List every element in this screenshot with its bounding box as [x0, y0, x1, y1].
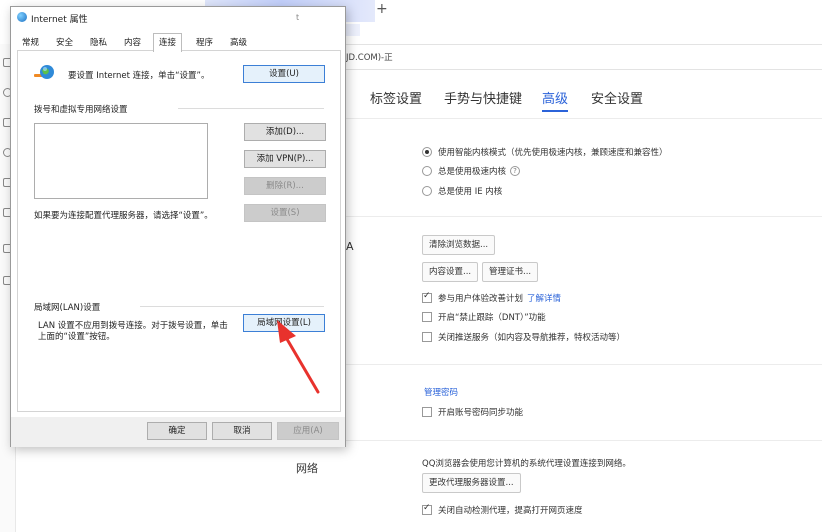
add-button[interactable]: 添加(D)...	[244, 123, 326, 141]
radio-always-ie-kernel[interactable]: 总是使用 IE 内核	[422, 185, 502, 197]
tab-programs[interactable]: 程序	[191, 35, 218, 51]
radio-smart-kernel[interactable]: 使用智能内核模式（优先使用极速内核，兼顾速度和兼容性）	[422, 146, 668, 158]
checkbox-icon[interactable]	[422, 407, 432, 417]
radio-label: 总是使用极速内核	[438, 167, 507, 177]
checkbox-dnt[interactable]: 开启“禁止跟踪（DNT）”功能	[422, 311, 546, 323]
setup-connection-text: 要设置 Internet 连接，单击“设置”。	[68, 71, 210, 81]
tab-general[interactable]: 常规	[17, 35, 44, 51]
internet-properties-dialog: Internet 属性 t 常规 安全 隐私 内容 连接 程序 高级 要设置 I…	[10, 6, 346, 447]
connection-globe-icon	[34, 65, 54, 79]
dialog-footer: 确定 取消 应用(A)	[11, 417, 345, 447]
checkbox-label: 开启“禁止跟踪（DNT）”功能	[438, 313, 546, 323]
apply-button[interactable]: 应用(A)	[277, 422, 339, 440]
tab-gestures-shortcuts[interactable]: 手势与快捷键	[444, 88, 522, 107]
remove-button[interactable]: 删除(R)...	[244, 177, 326, 195]
radio-label: 使用智能内核模式（优先使用极速内核，兼顾速度和兼容性）	[438, 148, 668, 158]
tab-advanced[interactable]: 高级	[542, 88, 568, 107]
checkbox-icon[interactable]	[422, 503, 432, 515]
radio-button-icon[interactable]	[422, 166, 432, 176]
content-settings-button[interactable]: 内容设置...	[422, 262, 479, 282]
checkbox-ux-program[interactable]: 参与用户体验改善计划 了解详情	[422, 291, 561, 304]
manage-passwords-link[interactable]: 管理密码	[424, 386, 458, 398]
dialog-title-bar[interactable]: Internet 属性 t	[11, 7, 345, 27]
lan-settings-button[interactable]: 局域网设置(L)	[243, 314, 325, 332]
settings-button[interactable]: 设置(S)	[244, 204, 326, 222]
checkbox-password-sync[interactable]: 开启账号密码同步功能	[422, 406, 523, 418]
clear-browsing-data-button[interactable]: 清除浏览数据...	[422, 235, 496, 255]
tab-connections[interactable]: 连接	[153, 33, 183, 52]
help-icon[interactable]: ?	[510, 166, 521, 176]
network-heading: 网络	[296, 462, 318, 475]
partial-section-label: A	[346, 240, 354, 253]
tab-security[interactable]: 安全	[51, 35, 78, 51]
active-tab-indicator	[542, 110, 568, 112]
radio-label: 总是使用 IE 内核	[438, 187, 503, 197]
section-divider	[140, 306, 324, 307]
learn-more-link[interactable]: 了解详情	[527, 292, 561, 304]
tab-content[interactable]: 内容	[119, 35, 146, 51]
checkbox-icon[interactable]	[422, 291, 432, 303]
ie-globe-icon	[17, 12, 27, 22]
lan-section-label: 局域网(LAN)设置	[34, 303, 101, 313]
title-bar-mark: t	[296, 13, 300, 22]
proxy-hint-text: 如果要为连接配置代理服务器，请选择“设置”。	[34, 211, 213, 221]
checkbox-label: 关闭推送服务（如内容及导航推荐，特权活动等）	[438, 333, 626, 343]
radio-always-speed-kernel[interactable]: 总是使用极速内核 ?	[422, 165, 521, 177]
connections-listbox[interactable]	[34, 123, 208, 199]
ok-button[interactable]: 确定	[147, 422, 207, 440]
checkbox-push-service[interactable]: 关闭推送服务（如内容及导航推荐，特权活动等）	[422, 331, 625, 343]
checkbox-label: 参与用户体验改善计划	[438, 294, 524, 304]
manage-certificates-button[interactable]: 管理证书...	[482, 262, 539, 282]
radio-button-icon[interactable]	[422, 147, 432, 157]
network-description: QQ浏览器会使用您计算机的系统代理设置连接到网络。	[422, 459, 631, 469]
connections-panel: 要设置 Internet 连接，单击“设置”。 设置(U) 拨号和虚拟专用网络设…	[17, 50, 341, 412]
section-divider	[346, 364, 822, 365]
dialog-title: Internet 属性	[31, 15, 88, 25]
section-divider	[178, 108, 324, 109]
address-text: JD.COM)-正	[346, 53, 393, 63]
checkbox-label: 开启账号密码同步功能	[438, 408, 524, 418]
section-divider	[346, 440, 822, 441]
tab-privacy[interactable]: 隐私	[85, 35, 112, 51]
dialup-section-label: 拨号和虚拟专用网络设置	[34, 105, 128, 115]
checkbox-label: 关闭自动检测代理，提高打开网页速度	[438, 506, 583, 516]
add-vpn-button[interactable]: 添加 VPN(P)...	[244, 150, 326, 168]
tab-advanced[interactable]: 高级	[225, 35, 252, 51]
checkbox-icon[interactable]	[422, 332, 432, 342]
lan-text-line-2: 上面的“设置”按钮。	[38, 332, 115, 342]
cancel-button[interactable]: 取消	[212, 422, 272, 440]
setup-button[interactable]: 设置(U)	[243, 65, 325, 83]
change-proxy-button[interactable]: 更改代理服务器设置...	[422, 473, 521, 493]
tab-label-settings[interactable]: 标签设置	[370, 88, 422, 107]
checkbox-auto-detect-proxy[interactable]: 关闭自动检测代理，提高打开网页速度	[422, 503, 583, 516]
new-tab-button[interactable]: +	[376, 1, 388, 17]
section-divider	[346, 216, 822, 217]
radio-button-icon[interactable]	[422, 186, 432, 196]
tab-divider	[346, 118, 822, 119]
tab-security[interactable]: 安全设置	[591, 88, 643, 107]
checkbox-icon[interactable]	[422, 312, 432, 322]
